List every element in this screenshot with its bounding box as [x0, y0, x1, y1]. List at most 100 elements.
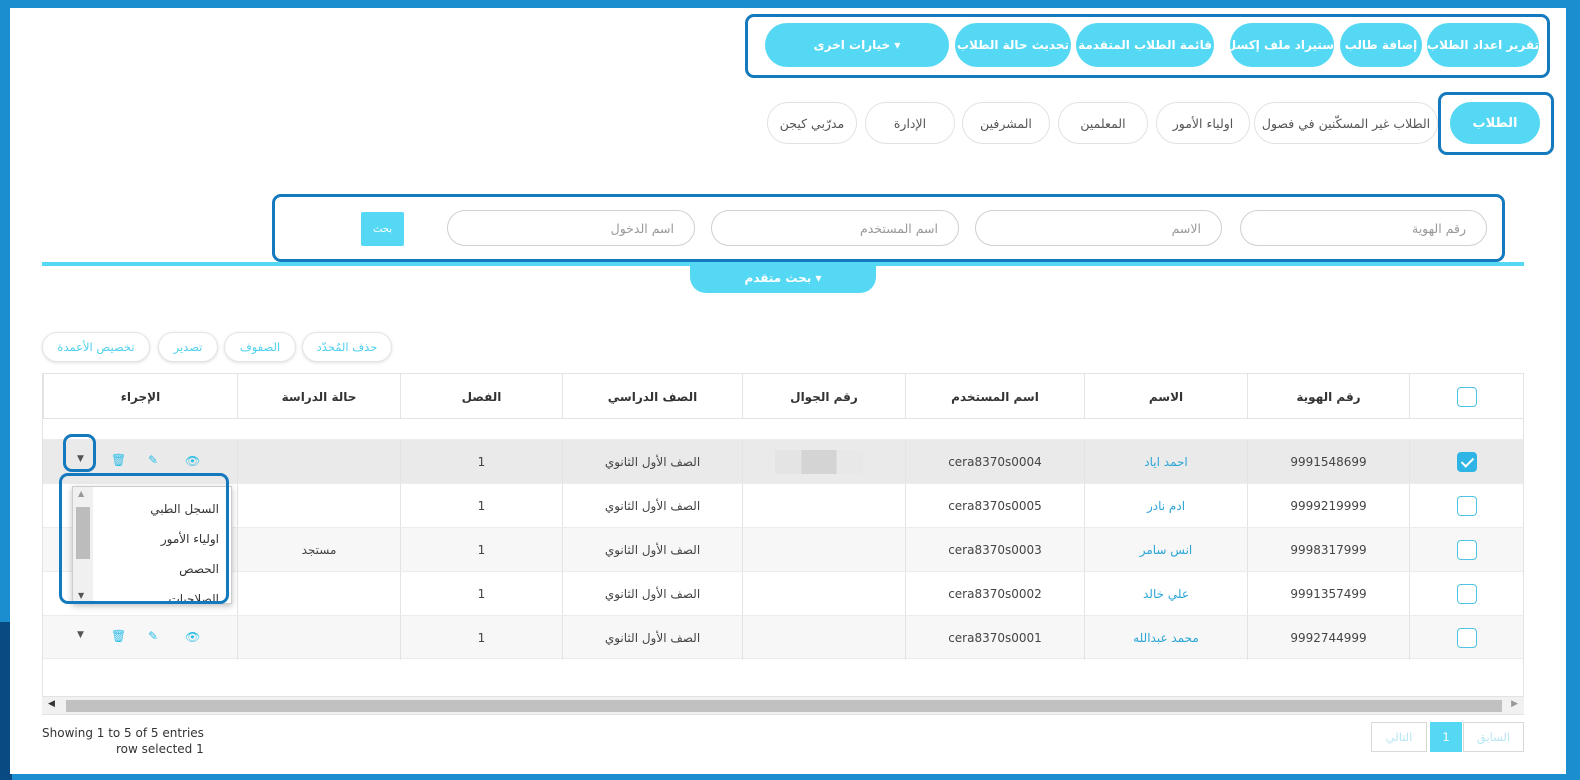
username-cell: cera8370s0003	[905, 528, 1084, 572]
grade-cell: الصف الأول الثانوي	[562, 440, 742, 484]
selection-info: row selected 1	[116, 742, 204, 756]
username-cell: cera8370s0004	[905, 440, 1084, 484]
column-grade[interactable]: الصف الدراسي	[562, 374, 742, 419]
students-count-report-button[interactable]: تقرير اعداد الطلاب	[1427, 23, 1539, 67]
row-checkbox[interactable]	[1456, 540, 1477, 560]
username-input[interactable]	[711, 210, 959, 246]
row-checkbox-cell	[1409, 484, 1523, 528]
name-link[interactable]: محمد عبدالله	[1084, 616, 1247, 660]
id-cell: 9998317999	[1247, 528, 1409, 572]
mobile-cell	[742, 616, 905, 660]
table-row[interactable]: 9991357499 علي خالد cera8370s0002 الصف ا…	[43, 571, 1523, 616]
edit-icon[interactable]: ✎	[148, 629, 158, 643]
advanced-students-list-button[interactable]: قائمة الطلاب المتقدمة	[1076, 23, 1214, 67]
export-button[interactable]: تصدير	[158, 332, 218, 362]
column-name[interactable]: الاسم	[1084, 374, 1247, 419]
menu-scrollbar[interactable]: ▲ ▼	[73, 487, 93, 603]
add-student-button[interactable]: إضافة طالب	[1340, 23, 1422, 67]
import-excel-button[interactable]: استيراد ملف إكسل	[1226, 23, 1338, 67]
scroll-left-icon[interactable]: ◀	[48, 699, 55, 709]
column-study-status[interactable]: حالة الدراسة	[237, 374, 400, 419]
customize-columns-button[interactable]: تخصيص الأعمدة	[42, 332, 150, 362]
status-cell	[237, 484, 400, 528]
row-checkbox[interactable]	[1456, 584, 1477, 604]
delete-selected-button[interactable]: حذف المُحدّد	[302, 332, 392, 362]
table-row[interactable]: 9999219999 ادم نادر cera8370s0005 الصف ا…	[43, 483, 1523, 528]
login-name-input[interactable]	[447, 210, 695, 246]
tab-teachers[interactable]: المعلمين	[1058, 102, 1148, 144]
table-row[interactable]: 9991548699 احمد اياد cera8370s0004 الصف …	[43, 439, 1523, 484]
view-icon[interactable]: 👁	[185, 630, 200, 644]
username-cell: cera8370s0001	[905, 616, 1084, 660]
grade-cell: الصف الأول الثانوي	[562, 616, 742, 660]
table-row[interactable]: 9992744999 محمد عبدالله cera8370s0001 ال…	[43, 615, 1523, 660]
row-checkbox[interactable]	[1456, 496, 1477, 516]
more-options-dropdown[interactable]: خيارات اخرى ▾	[765, 23, 949, 67]
scroll-up-icon[interactable]: ▲	[78, 489, 84, 498]
grade-cell: الصف الأول الثانوي	[562, 528, 742, 572]
delete-icon[interactable]: 🗑	[111, 453, 126, 467]
previous-page-button[interactable]: السابق	[1463, 722, 1524, 752]
name-link[interactable]: احمد اياد	[1084, 440, 1247, 484]
advanced-search-toggle[interactable]: بحث متقدم ▾	[690, 263, 876, 293]
row-checkbox-cell	[1409, 528, 1523, 572]
class-cell: 1	[400, 484, 562, 528]
column-mobile[interactable]: رقم الجوال	[742, 374, 905, 419]
name-link[interactable]: انس سامر	[1084, 528, 1247, 572]
next-page-button[interactable]: التالي	[1371, 722, 1427, 752]
mobile-cell	[742, 528, 905, 572]
tab-administration[interactable]: الإدارة	[865, 102, 955, 144]
tab-unassigned-students[interactable]: الطلاب غير المسكّنين في فصول	[1254, 102, 1438, 144]
row-checkbox-cell	[1409, 572, 1523, 616]
table-row[interactable]: 9998317999 انس سامر cera8370s0003 الصف ا…	[43, 527, 1523, 572]
name-input[interactable]	[975, 210, 1222, 246]
table-horizontal-scrollbar[interactable]: ◀ ▶	[42, 696, 1524, 714]
delete-icon[interactable]: 🗑	[111, 629, 126, 643]
menu-item-classes[interactable]: الحصص	[179, 562, 219, 576]
redacted-mobile	[775, 450, 863, 474]
id-cell: 9991357499	[1247, 572, 1409, 616]
select-all-checkbox[interactable]	[1456, 386, 1477, 407]
scroll-right-icon[interactable]: ▶	[1511, 699, 1518, 709]
row-checkbox[interactable]	[1456, 452, 1477, 472]
column-id[interactable]: رقم الهوية	[1247, 374, 1409, 419]
id-number-input[interactable]	[1240, 210, 1487, 246]
status-cell	[237, 440, 400, 484]
row-checkbox[interactable]	[1456, 628, 1477, 648]
edit-icon[interactable]: ✎	[148, 453, 158, 467]
status-cell	[237, 572, 400, 616]
tab-supervisors[interactable]: المشرفين	[962, 102, 1050, 144]
name-link[interactable]: علي خالد	[1084, 572, 1247, 616]
scroll-thumb[interactable]	[76, 507, 90, 559]
view-icon[interactable]: 👁	[185, 454, 200, 468]
more-actions-dropdown[interactable]: ▼	[77, 454, 84, 464]
page-1-button[interactable]: 1	[1430, 722, 1462, 752]
search-button[interactable]: بحث	[361, 212, 404, 246]
tab-students[interactable]: الطلاب	[1450, 102, 1540, 144]
update-students-status-button[interactable]: تحديث حالة الطلاب	[955, 23, 1071, 67]
tab-guardians[interactable]: اولياء الأمور	[1156, 102, 1250, 144]
name-link[interactable]: ادم نادر	[1084, 484, 1247, 528]
entries-info: Showing 1 to 5 of 5 entries	[42, 726, 204, 740]
students-page: تقرير اعداد الطلاب إضافة طالب استيراد مل…	[10, 8, 1566, 774]
username-cell: cera8370s0002	[905, 572, 1084, 616]
menu-item-guardians[interactable]: اولياء الأمور	[161, 532, 219, 546]
scroll-down-icon[interactable]: ▼	[78, 591, 84, 600]
column-username[interactable]: اسم المستخدم	[905, 374, 1084, 419]
select-all-cell	[1409, 374, 1523, 419]
scroll-thumb[interactable]	[66, 700, 1502, 712]
row-checkbox-cell	[1409, 440, 1523, 484]
rows-button[interactable]: الصفوف	[224, 332, 296, 362]
grade-cell: الصف الأول الثانوي	[562, 572, 742, 616]
id-cell: 9991548699	[1247, 440, 1409, 484]
id-cell: 9999219999	[1247, 484, 1409, 528]
row-checkbox-cell	[1409, 616, 1523, 660]
menu-item-permissions[interactable]: الصلاحيات	[168, 592, 219, 603]
more-actions-dropdown[interactable]: ▼	[77, 630, 84, 640]
grade-cell: الصف الأول الثانوي	[562, 484, 742, 528]
action-cell: 👁 ✎ 🗑 ▼	[43, 440, 237, 484]
tab-kegan-trainers[interactable]: مدرّبي كيجن	[767, 102, 857, 144]
menu-item-medical-record[interactable]: السجل الطبي	[150, 502, 219, 516]
status-cell: مستجد	[237, 528, 400, 572]
column-class[interactable]: الفصل	[400, 374, 562, 419]
